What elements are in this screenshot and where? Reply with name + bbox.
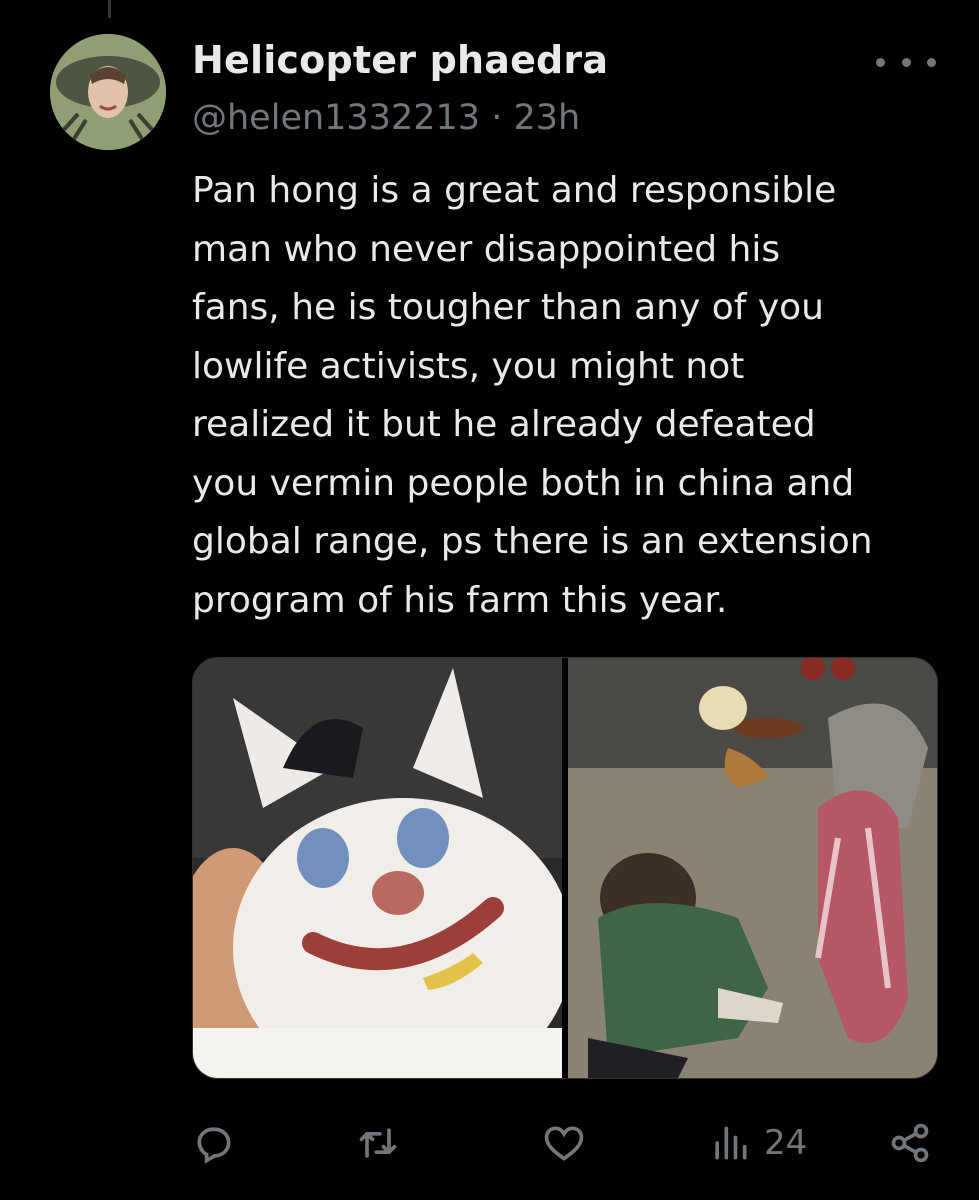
timestamp[interactable]: 23h [513,98,580,138]
media-gallery [192,657,938,1079]
thread-connector-line [108,0,111,18]
avatar[interactable] [50,34,166,150]
reply-button[interactable] [192,1113,236,1173]
tweet-text-line: Pan hong is a great and responsible [192,170,837,211]
like-icon [544,1126,584,1161]
retweet-icon [359,1128,397,1158]
reply-icon [197,1127,231,1164]
media-image-clown-cat[interactable] [193,658,562,1078]
tweet-text-line: fans, he is tougher than any of you [192,287,824,328]
media-image-farm-photo[interactable] [568,658,937,1078]
tweet-text-line: lowlife activists, you might not [192,345,745,387]
tweet-text-line: global range, ps there is an extension [192,521,873,562]
more-dot [927,57,936,67]
separator-dot: · [491,98,503,138]
share-icon [891,1123,929,1163]
handle[interactable]: @helen1332213 [192,98,480,138]
views-icon [715,1126,747,1160]
more-dot [901,57,911,67]
tweet-text-line: realized it but he already defeated [192,404,816,445]
share-button[interactable] [888,1113,932,1173]
handle-row: @helen1332213 · 23h [192,98,580,138]
tweet-text-line: program of his farm this year. [192,579,728,621]
views-button[interactable]: 24 [708,1113,807,1173]
retweet-button[interactable] [356,1113,400,1173]
tweet-text: Pan hong is a great and responsible man … [192,162,952,630]
display-name[interactable]: Helicopter phaedra [192,38,608,82]
views-count: 24 [764,1123,808,1163]
tweet-text-line: you vermin people both in china and [192,462,855,504]
tweet-text-line: man who never disappointed his [192,228,781,270]
action-bar: 24 [192,1113,936,1173]
more-dot [876,57,885,67]
more-icon[interactable] [876,44,936,80]
like-button[interactable] [542,1113,586,1173]
